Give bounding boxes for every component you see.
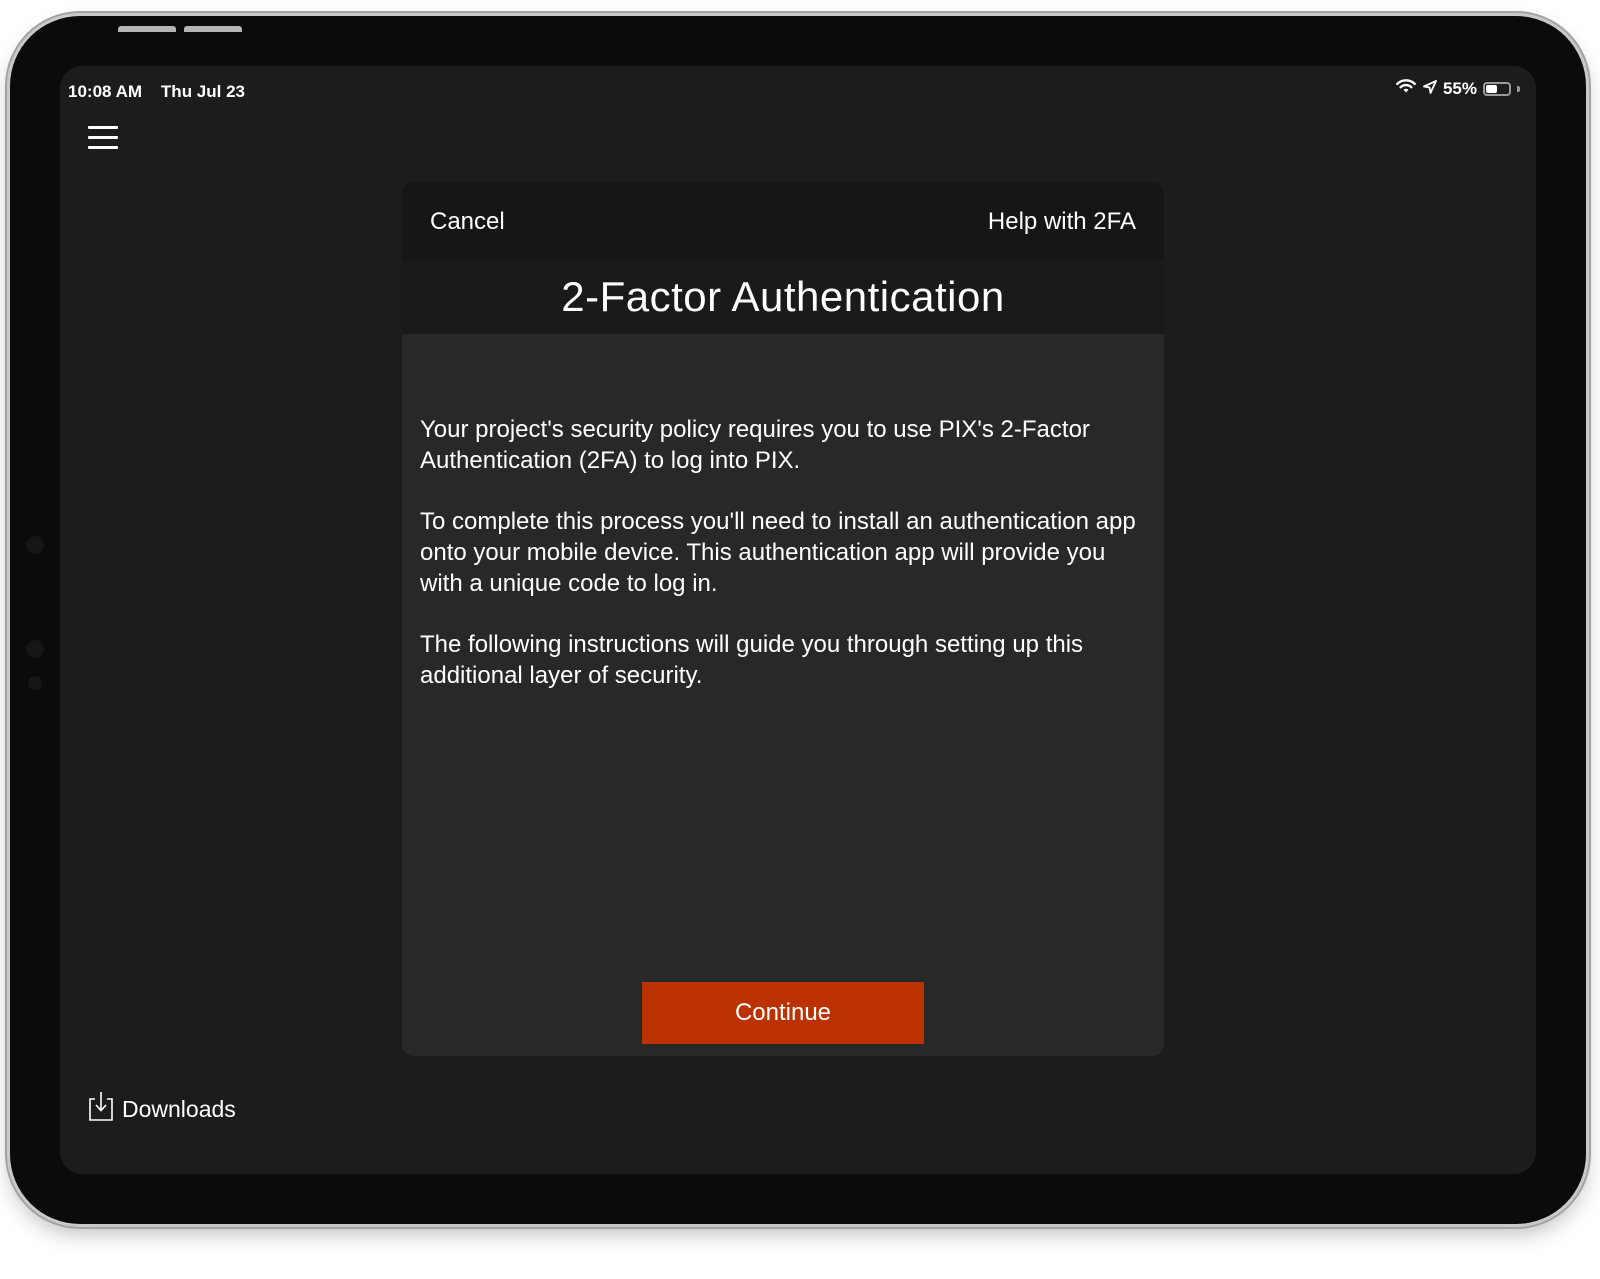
battery-icon [1483, 81, 1511, 96]
app-screen: 10:08 AM Thu Jul 23 55% Cancel Help with… [60, 66, 1536, 1174]
power-button [184, 26, 242, 32]
two-factor-dialog: Cancel Help with 2FA 2-Factor Authentica… [402, 182, 1164, 1056]
volume-button [118, 26, 176, 32]
continue-button[interactable]: Continue [642, 982, 924, 1044]
battery-percent: 55% [1442, 78, 1477, 98]
hamburger-menu-icon[interactable] [88, 124, 118, 150]
status-bar: 10:08 AM Thu Jul 23 55% [60, 66, 1536, 102]
download-tray-icon [88, 1090, 114, 1128]
downloads-button[interactable]: Downloads [88, 1090, 236, 1128]
dialog-nav-bar: Cancel Help with 2FA [402, 182, 1164, 260]
status-date: Thu Jul 23 [160, 82, 245, 101]
sensor-dot [26, 640, 44, 658]
battery-cap [1517, 85, 1520, 92]
cancel-button[interactable]: Cancel [430, 208, 505, 236]
help-with-2fa-button[interactable]: Help with 2FA [988, 208, 1136, 236]
dialog-paragraph: To complete this process you'll need to … [420, 508, 1136, 597]
downloads-label: Downloads [122, 1095, 236, 1122]
dialog-body: Your project's security policy requires … [420, 414, 1136, 721]
battery-level-fill [1486, 84, 1498, 93]
ipad-frame: 10:08 AM Thu Jul 23 55% Cancel Help with… [10, 16, 1586, 1224]
status-time-date: 10:08 AM Thu Jul 23 [68, 82, 245, 102]
dialog-paragraph: Your project's security policy requires … [420, 416, 1090, 474]
status-indicators: 55% [1395, 78, 1520, 99]
sensor-dot [28, 676, 42, 690]
status-time: 10:08 AM [68, 82, 143, 101]
dialog-paragraph: The following instructions will guide yo… [420, 631, 1084, 689]
location-arrow-icon [1423, 79, 1437, 99]
dialog-title-bar: 2-Factor Authentication [402, 260, 1164, 334]
camera-dot [26, 536, 44, 554]
wifi-icon [1395, 78, 1417, 99]
dialog-title: 2-Factor Authentication [561, 273, 1005, 320]
